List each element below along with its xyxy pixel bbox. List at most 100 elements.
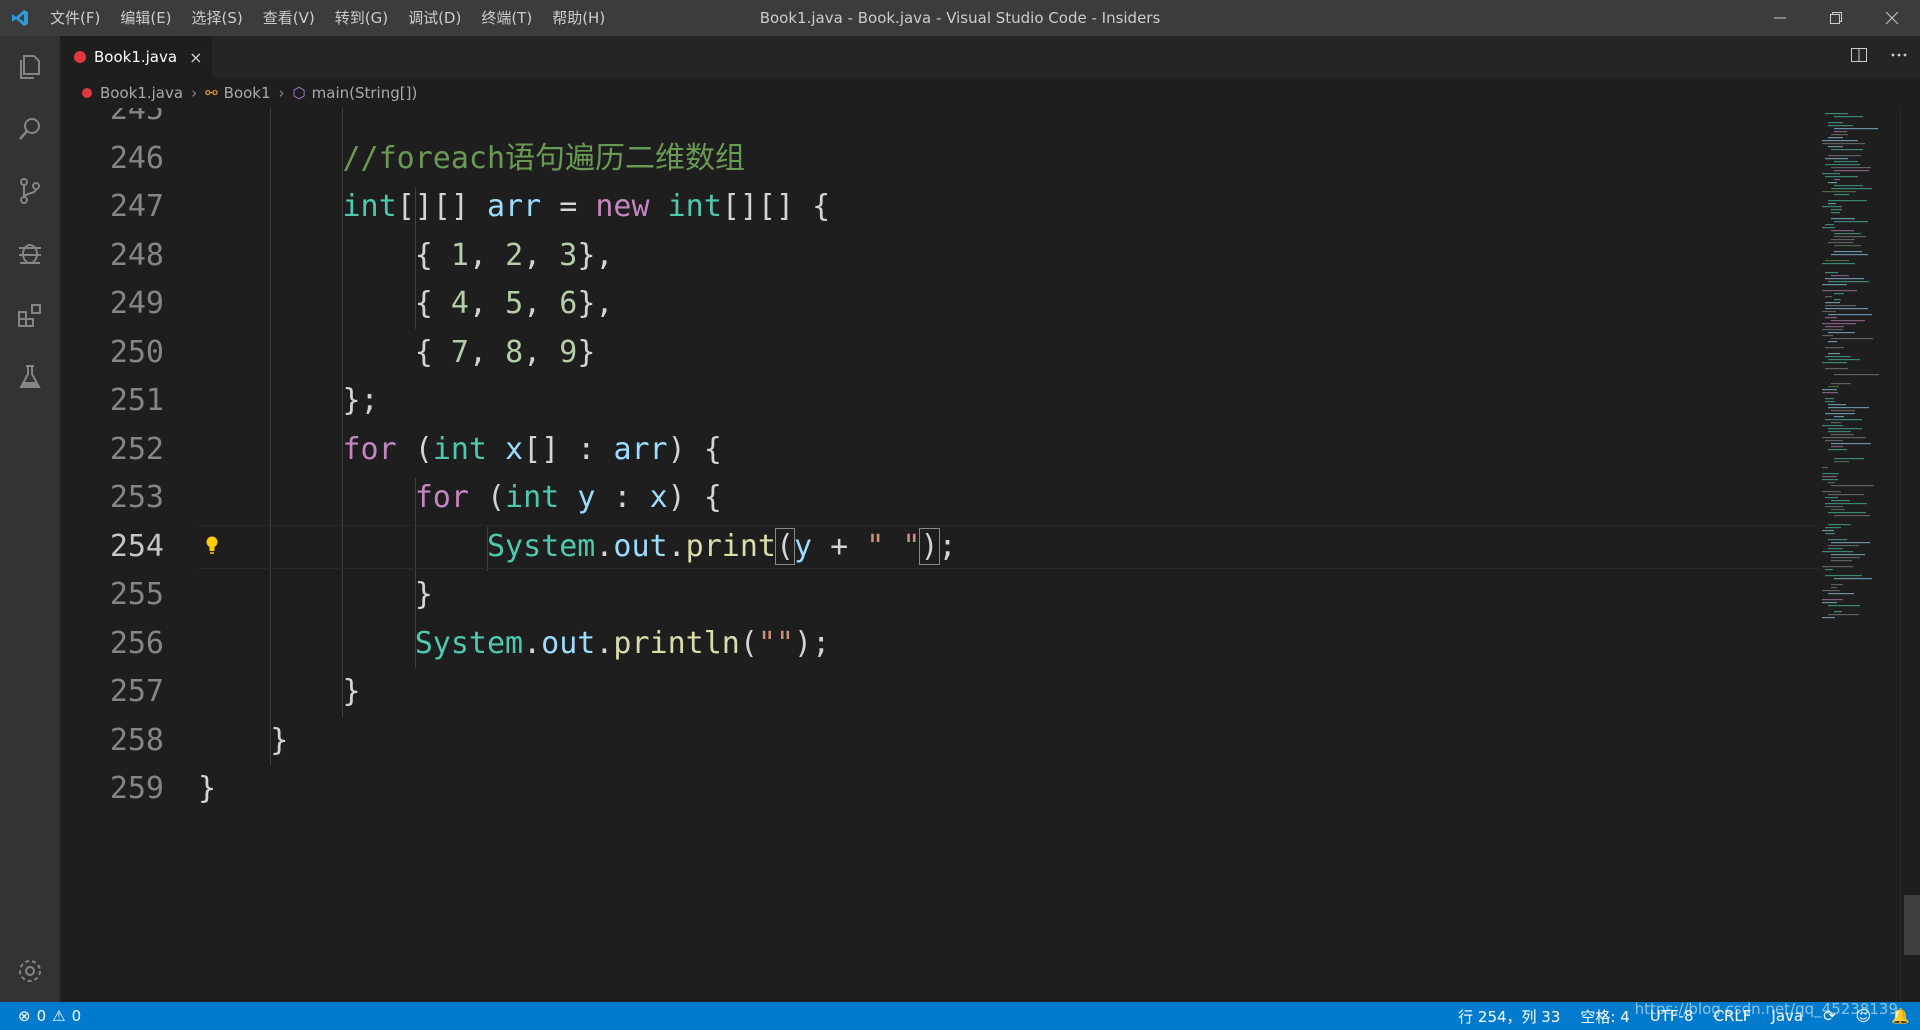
minimap-line — [1822, 173, 1840, 175]
menu-debug[interactable]: 调试(D) — [398, 0, 471, 36]
scrollbar-thumb[interactable] — [1904, 895, 1920, 955]
breadcrumb-method[interactable]: ⬡ main(String[]) — [293, 84, 418, 102]
lightbulb-icon[interactable] — [205, 535, 219, 555]
code-line[interactable]: 258 } — [60, 717, 1820, 765]
indentation[interactable]: 空格: 4 — [1580, 1006, 1629, 1027]
menu-file[interactable]: 文件(F) — [40, 0, 110, 36]
code-line[interactable]: 250 { 7, 8, 9} — [60, 329, 1820, 377]
code-token: x — [649, 480, 668, 515]
minimap-line — [1822, 311, 1836, 313]
minimap-line — [1831, 218, 1855, 220]
code-line[interactable]: 259} — [60, 765, 1820, 813]
minimap-line — [1831, 383, 1851, 385]
editor-actions — [1850, 36, 1908, 78]
menu-help[interactable]: 帮助(H) — [542, 0, 615, 36]
extensions-icon[interactable] — [0, 284, 60, 346]
minimap-line — [1822, 143, 1865, 145]
cursor-position[interactable]: 行 254，列 33 — [1458, 1006, 1560, 1027]
breadcrumb-file-label: Book1.java — [100, 84, 184, 102]
code-token: for — [198, 480, 469, 515]
minimap-line — [1825, 398, 1834, 400]
code-token: System — [198, 625, 524, 661]
minimap[interactable] — [1820, 108, 1900, 628]
minimap-line — [1828, 482, 1835, 484]
minimap-line — [1834, 179, 1840, 181]
tab-close-icon[interactable]: × — [189, 48, 202, 67]
menu-terminal[interactable]: 终端(T) — [471, 0, 542, 36]
code-line[interactable]: 251 }; — [60, 377, 1820, 425]
source-control-icon[interactable] — [0, 160, 60, 222]
code-token: }, — [577, 237, 614, 273]
settings-gear-icon[interactable] — [0, 940, 60, 1002]
code-token: 4 — [450, 286, 469, 321]
minimap-line — [1822, 617, 1835, 619]
code-line[interactable]: 245 — [60, 108, 1820, 134]
minimap-line — [1831, 410, 1855, 412]
minimap-line — [1828, 593, 1854, 595]
minimap-line — [1831, 500, 1850, 502]
code-line[interactable]: 255 } — [60, 571, 1820, 619]
code-text: { 7, 8, 9} — [198, 329, 596, 377]
explorer-icon[interactable] — [0, 36, 60, 98]
minimap-line — [1834, 221, 1868, 223]
vertical-scrollbar[interactable] — [1900, 108, 1920, 1002]
code-token: ) { — [667, 480, 722, 515]
code-line[interactable]: 246 //foreach语句遍历二维数组 — [60, 135, 1820, 183]
problems-indicator[interactable]: ⊗ 0 ⚠ 0 — [0, 1007, 81, 1025]
split-editor-icon[interactable] — [1850, 46, 1868, 68]
minimap-line — [1831, 254, 1868, 256]
menu-view[interactable]: 查看(V) — [253, 0, 325, 36]
menu-edit[interactable]: 编辑(E) — [110, 0, 181, 36]
code-token: . — [595, 625, 614, 661]
code-editor[interactable]: 245 246 //foreach语句遍历二维数组 247 int[][] arr … — [60, 108, 1902, 1002]
minimap-line — [1828, 125, 1853, 127]
code-token: , — [523, 237, 560, 273]
code-token: int — [198, 189, 397, 224]
minimap-line — [1834, 458, 1864, 460]
minimap-line — [1825, 296, 1832, 298]
code-text: //foreach语句遍历二维数组 — [198, 135, 745, 183]
minimap-line — [1828, 341, 1837, 343]
code-line[interactable]: 256 System.out.println(""); — [60, 620, 1820, 668]
minimap-line — [1822, 602, 1837, 604]
code-token: out — [613, 528, 668, 564]
minimap-line — [1822, 191, 1856, 193]
line-number: 253 — [109, 480, 164, 515]
more-actions-icon[interactable] — [1890, 46, 1908, 68]
code-line[interactable]: 249 { 4, 5, 6}, — [60, 280, 1820, 328]
code-text: } — [198, 717, 288, 765]
code-line[interactable]: 254 System.out.print(y + " "); — [60, 523, 1820, 571]
code-line[interactable]: 257 } — [60, 668, 1820, 716]
code-line[interactable]: 247 int[][] arr = new int[][] { — [60, 183, 1820, 231]
breadcrumb-class[interactable]: ⚯ Book1 — [205, 84, 270, 102]
minimap-line — [1825, 527, 1841, 529]
minimap-line — [1831, 446, 1843, 448]
minimap-line — [1825, 317, 1837, 319]
menu-selection[interactable]: 选择(S) — [182, 0, 253, 36]
debug-icon[interactable] — [0, 222, 60, 284]
minimap-line — [1822, 290, 1857, 292]
restore-icon[interactable] — [1808, 0, 1864, 36]
menu-go[interactable]: 转到(G) — [325, 0, 398, 36]
search-icon[interactable] — [0, 98, 60, 160]
minimap-line — [1822, 263, 1855, 265]
minimap-line — [1828, 200, 1867, 202]
close-icon[interactable] — [1864, 0, 1920, 36]
testing-flask-icon[interactable] — [0, 346, 60, 408]
code-text: } — [198, 571, 433, 619]
tab-book1-java[interactable]: Book1.java × — [60, 36, 212, 78]
minimap-line — [1828, 182, 1837, 184]
minimap-line — [1822, 473, 1839, 475]
code-token: out — [541, 625, 596, 661]
code-line[interactable]: 253 for (int y : x) { — [60, 474, 1820, 522]
minimap-line — [1828, 242, 1853, 244]
minimap-line — [1831, 443, 1871, 445]
warning-count: 0 — [71, 1007, 82, 1025]
code-token: "" — [757, 625, 795, 661]
minimize-icon[interactable] — [1752, 0, 1808, 36]
breadcrumb-file[interactable]: Book1.java — [82, 84, 183, 102]
code-line[interactable]: 252 for (int x[] : arr) { — [60, 426, 1820, 474]
code-line[interactable]: 248 { 1, 2, 3}, — [60, 232, 1820, 280]
minimap-line — [1828, 428, 1862, 430]
code-token: int — [432, 431, 487, 467]
